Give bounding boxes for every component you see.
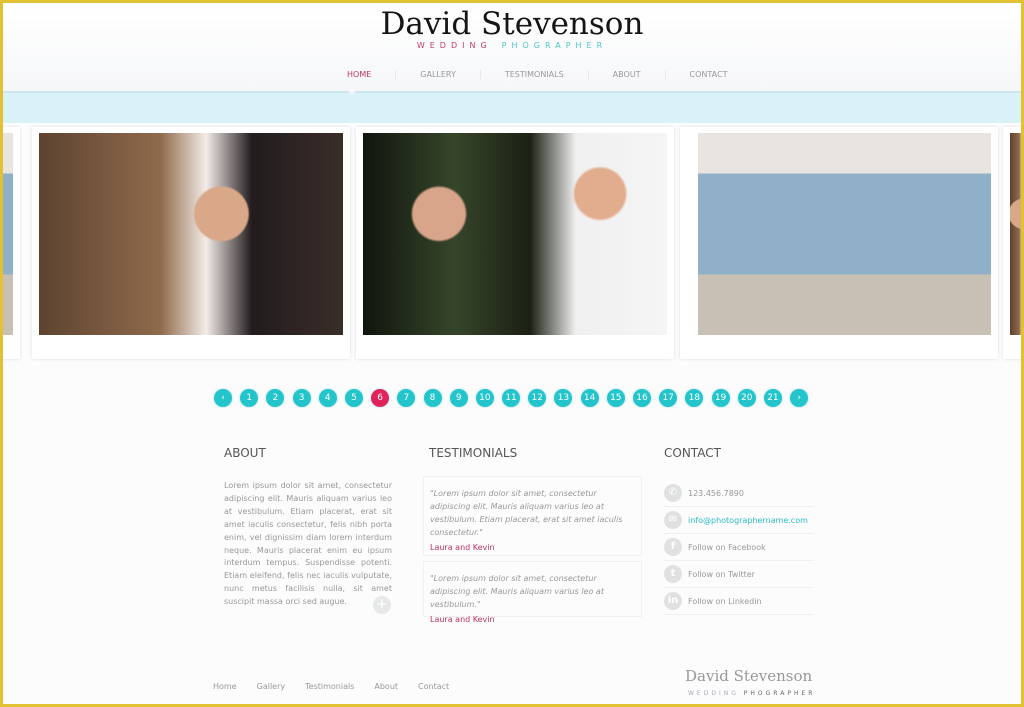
contact-text[interactable]: info@photographername.com <box>688 516 808 525</box>
twitter-icon: t <box>664 565 682 583</box>
testimonial-quote: "Lorem ipsum dolor sit amet, consectetur… <box>430 574 604 609</box>
site-title[interactable]: David Stevenson <box>3 6 1021 42</box>
page-button-7[interactable]: 7 <box>397 389 416 407</box>
page-button-2[interactable]: 2 <box>266 389 285 407</box>
tagline-wedding: WEDDING <box>416 41 492 50</box>
gallery-card[interactable] <box>356 127 674 359</box>
nav-about[interactable]: ABOUT <box>587 70 665 79</box>
contact-text[interactable]: 123.456.7890 <box>688 489 744 498</box>
page-button-6[interactable]: 6 <box>371 389 390 407</box>
linkedin-icon: in <box>664 592 682 610</box>
nav-contact[interactable]: CONTACT <box>664 70 752 79</box>
page-button-1[interactable]: 1 <box>240 389 259 407</box>
facebook-icon: f <box>664 538 682 556</box>
gallery-card-partial-right[interactable] <box>1003 127 1021 359</box>
about-heading: ABOUT <box>224 446 266 460</box>
testimonial: "Lorem ipsum dolor sit amet, consectetur… <box>423 561 642 624</box>
testimonial-quote: "Lorem ipsum dolor sit amet, consectetur… <box>430 489 623 537</box>
footer-nav: Home Gallery Testimonials About Contact <box>213 682 449 691</box>
footer-link-about[interactable]: About <box>374 682 398 691</box>
page-button-3[interactable]: 3 <box>292 389 311 407</box>
accent-strip <box>3 91 1021 123</box>
page-button-21[interactable]: 21 <box>763 389 782 407</box>
testimonials-heading: TESTIMONIALS <box>429 446 518 460</box>
nav-gallery[interactable]: GALLERY <box>395 70 480 79</box>
contact-list: ✆ 123.456.7890 ✉ info@photographername.com f… <box>664 480 814 615</box>
contact-text[interactable]: Follow on Linkedin <box>688 597 762 606</box>
page-button-18[interactable]: 18 <box>685 389 704 407</box>
contact-item[interactable]: t Follow on Twitter <box>664 561 814 588</box>
contact-item[interactable]: f Follow on Facebook <box>664 534 814 561</box>
gallery-card[interactable] <box>680 127 998 359</box>
contact-item[interactable]: ✉ info@photographername.com <box>664 507 814 534</box>
page-button-14[interactable]: 14 <box>580 389 599 407</box>
footer-tagline-photographer: PHOGRAPHER <box>743 690 816 697</box>
about-text: Lorem ipsum dolor sit amet, consectetur … <box>224 481 392 607</box>
header: David Stevenson WEDDING PHOGRAPHER HOME G… <box>3 3 1021 91</box>
footer-link-home[interactable]: Home <box>213 682 237 691</box>
page: David Stevenson WEDDING PHOGRAPHER HOME G… <box>3 3 1021 704</box>
page-button-17[interactable]: 17 <box>659 389 678 407</box>
nav-home[interactable]: HOME <box>323 70 395 79</box>
read-more-button[interactable]: + <box>373 596 391 614</box>
page-button-8[interactable]: 8 <box>423 389 442 407</box>
contact-item[interactable]: in Follow on Linkedin <box>664 588 814 615</box>
tagline-photographer: PHOGRAPHER <box>501 41 608 50</box>
page-button-16[interactable]: 16 <box>633 389 651 407</box>
gallery-card[interactable] <box>32 127 350 359</box>
page-button-9[interactable]: 9 <box>449 389 468 407</box>
footer-link-contact[interactable]: Contact <box>418 682 449 691</box>
page-button-15[interactable]: 15 <box>606 389 625 407</box>
nav-testimonials[interactable]: TESTIMONIALS <box>479 70 588 79</box>
phone-icon: ✆ <box>664 484 682 502</box>
footer-brand: David Stevenson <box>685 667 813 685</box>
page-button-5[interactable]: 5 <box>344 389 363 407</box>
page-button-19[interactable]: 19 <box>711 389 730 407</box>
footer-link-testimonials[interactable]: Testimonials <box>305 682 354 691</box>
gallery-card-partial-left[interactable] <box>3 127 20 359</box>
page-button-10[interactable]: 10 <box>475 389 494 407</box>
contact-item[interactable]: ✆ 123.456.7890 <box>664 480 814 507</box>
contact-text[interactable]: Follow on Twitter <box>688 570 755 579</box>
pagination: ‹ 1 2 3 4 5 6 7 8 9 10 11 12 13 14 15 16 17 18 19 20 21 › <box>214 389 809 407</box>
footer-link-gallery[interactable]: Gallery <box>257 682 286 691</box>
gallery-photo[interactable] <box>39 133 343 335</box>
contact-text[interactable]: Follow on Facebook <box>688 543 766 552</box>
page-button-4[interactable]: 4 <box>318 389 337 407</box>
tagline: WEDDING PHOGRAPHER <box>3 41 1021 50</box>
nav-active-pointer <box>346 89 358 95</box>
footer-tagline: WEDDING PHOGRAPHER <box>688 690 815 697</box>
footer-tagline-wedding: WEDDING <box>688 690 739 697</box>
prev-page-button[interactable]: ‹ <box>214 389 232 407</box>
next-page-button[interactable]: › <box>790 389 809 407</box>
page-button-12[interactable]: 12 <box>528 389 547 407</box>
gallery-photo[interactable] <box>363 133 667 335</box>
contact-heading: CONTACT <box>664 446 721 460</box>
page-button-13[interactable]: 13 <box>554 389 573 407</box>
testimonial-author: Laura and Kevin <box>430 543 495 552</box>
main-nav: HOME GALLERY TESTIMONIALS ABOUT CONTACT <box>323 70 751 79</box>
page-button-11[interactable]: 11 <box>502 389 521 407</box>
page-button-20[interactable]: 20 <box>737 389 756 407</box>
gallery-photo[interactable] <box>698 133 991 335</box>
mail-icon: ✉ <box>664 511 682 529</box>
testimonial: "Lorem ipsum dolor sit amet, consectetur… <box>423 476 642 556</box>
testimonial-author: Laura and Kevin <box>430 615 495 624</box>
